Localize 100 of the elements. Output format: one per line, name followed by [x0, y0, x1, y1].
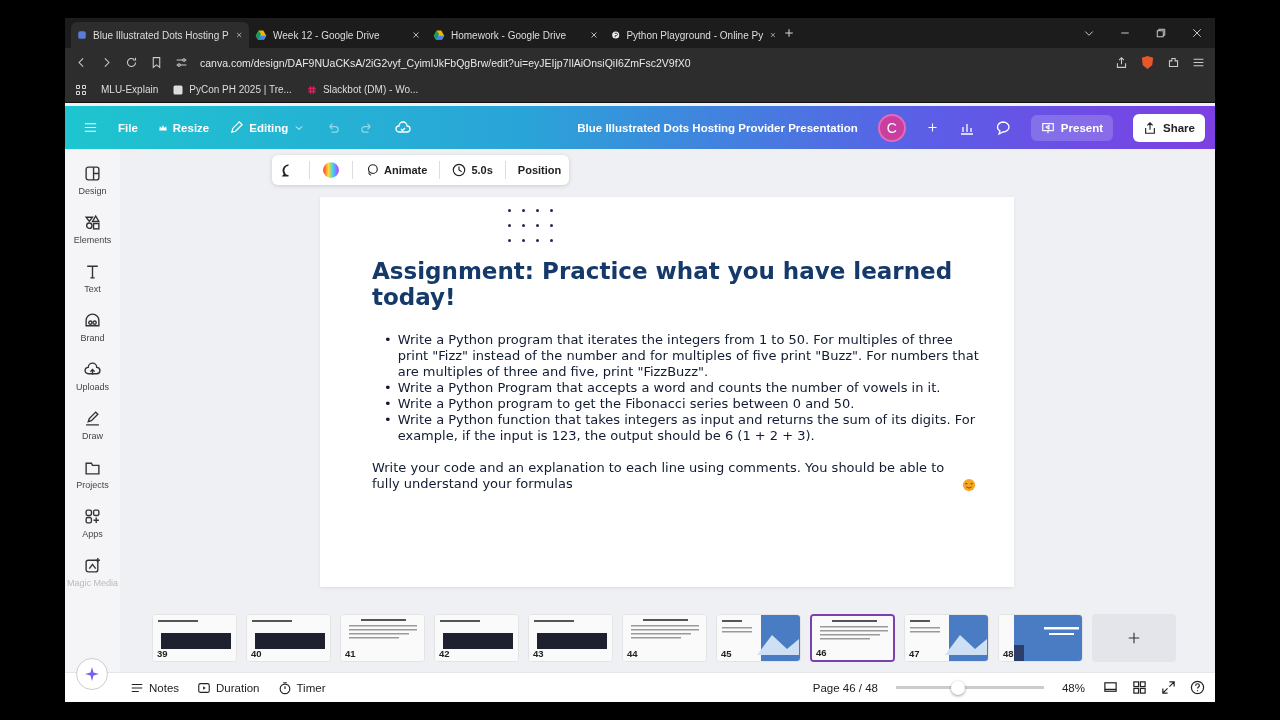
close-icon[interactable]	[1191, 27, 1203, 39]
apps-grid-icon[interactable]	[75, 83, 87, 96]
design-icon	[84, 165, 101, 182]
slide-thumbnail[interactable]: 40	[246, 614, 331, 662]
duration-button[interactable]: 5.0s	[452, 163, 493, 177]
sidebar-item[interactable]: Draw	[82, 410, 103, 441]
dot-pattern	[508, 209, 554, 242]
duration-button[interactable]: Duration	[197, 680, 260, 695]
user-avatar[interactable]: C	[877, 113, 906, 142]
grid-view-icon[interactable]	[1132, 680, 1147, 695]
slide-title: Assignment: Practice what you have learned today!	[372, 258, 954, 310]
restore-icon[interactable]	[1155, 27, 1167, 39]
cloud-check-icon[interactable]	[395, 119, 412, 136]
fullscreen-icon[interactable]	[1161, 680, 1176, 695]
animate-button[interactable]: Animate	[365, 163, 428, 177]
uploads-icon	[84, 361, 101, 378]
document-title[interactable]: Blue Illustrated Dots Hosting Provider Presentation	[577, 121, 858, 134]
slide-thumbnail[interactable]: 41	[340, 614, 425, 662]
browser-tab[interactable]: Homework - Google Drive	[427, 22, 605, 48]
tab-favicon-icon	[255, 29, 267, 41]
bookmark[interactable]: MLU-Explain	[101, 84, 159, 95]
clock-icon	[452, 163, 467, 177]
sidebar-item[interactable]: Projects	[76, 459, 109, 490]
apps-icon	[84, 508, 101, 525]
slide-number: 41	[345, 648, 356, 659]
sidebar-item[interactable]: Apps	[82, 508, 103, 539]
bullet-text: Write a Python Program that accepts a word and counts the number of vowels in it.	[397, 380, 941, 396]
sidebar-item[interactable]: Design	[78, 165, 107, 196]
elements-icon	[84, 214, 101, 231]
page-indicator: Page 46 / 48	[812, 681, 878, 694]
presentation-icon	[1040, 120, 1055, 135]
slide-thumbnail[interactable]: 48	[998, 614, 1083, 662]
slide-text: Write your code and an explanation to each line using comments. You should be able to fully understand your formulas	[372, 460, 946, 492]
bullet-text: Write a Python function that takes integers as input and returns the sum of its digits. For example, if the input is 123, the output should be 6 (1 + 2 + 3).	[397, 412, 977, 444]
bullet-text: Write a Python program to get the Fibonacci series between 0 and 50.	[397, 396, 855, 412]
slide-thumbnail[interactable]: 46	[810, 614, 895, 662]
smiling-emoji-icon	[962, 478, 976, 492]
slide-number: 40	[251, 648, 262, 659]
animate-icon	[365, 163, 379, 177]
sidebar-item[interactable]: Elements	[73, 214, 112, 245]
desktop-view-icon[interactable]	[1103, 680, 1118, 695]
slide-number: 44	[627, 648, 638, 659]
menu-icon[interactable]	[1192, 56, 1205, 69]
site-settings-icon[interactable]	[175, 56, 188, 69]
browser-tab[interactable]: Python Playground - Online Py	[605, 22, 783, 48]
present-button[interactable]: Present	[1030, 114, 1114, 141]
plus-icon	[1127, 631, 1141, 645]
timer-button[interactable]: Timer	[277, 680, 326, 695]
close-icon[interactable]	[589, 30, 599, 40]
slider-thumb[interactable]	[950, 680, 965, 695]
close-icon[interactable]	[769, 30, 777, 40]
slide-number: 47	[909, 648, 920, 659]
browser-tab[interactable]: Blue Illustrated Dots Hosting P	[71, 22, 249, 48]
extensions-icon[interactable]	[1167, 56, 1180, 69]
bullet-mark: •	[384, 412, 392, 429]
close-icon[interactable]	[234, 30, 243, 40]
brand-icon	[84, 312, 101, 329]
bookmark-favicon-icon	[305, 83, 318, 96]
slide-thumbnail[interactable]: 47	[904, 614, 989, 662]
comment-icon[interactable]	[994, 119, 1011, 136]
bookmark[interactable]: PyCon PH 2025 | Tre...	[172, 83, 292, 96]
slide-number: 46	[816, 647, 827, 658]
tab-favicon-icon	[611, 29, 621, 41]
magic-icon	[84, 557, 101, 574]
sidebar-item[interactable]: Uploads	[76, 361, 109, 392]
pencil-icon	[229, 120, 245, 135]
plus-icon[interactable]	[925, 121, 939, 134]
draw-icon	[84, 410, 101, 427]
bookmark-icon[interactable]	[150, 56, 163, 69]
tab-favicon-icon	[433, 29, 445, 41]
browser-tab[interactable]: Week 12 - Google Drive	[249, 22, 427, 48]
slide-thumbnail[interactable]: 39	[152, 614, 237, 662]
slide-thumbnail[interactable]: 42	[434, 614, 519, 662]
bookmark[interactable]: Slackbot (DM) - Wo...	[305, 83, 419, 96]
bullet-text: Write a Python program that iterates the integers from 1 to 50. For multiples of three print "Fizz" instead of the number and for multiples of five print "Buzz". For numbers that are multiples of three and five, print "FizzBuzz".	[397, 332, 980, 380]
share-icon[interactable]	[1115, 56, 1128, 69]
color-wheel-icon[interactable]	[322, 161, 340, 179]
new-tab-icon[interactable]	[783, 27, 795, 39]
zoom-percentage[interactable]: 48%	[1061, 681, 1085, 694]
slide-thumbnail[interactable]: 43	[528, 614, 613, 662]
bullet-mark: •	[384, 332, 392, 349]
upload-icon	[1143, 120, 1158, 135]
duration-icon	[197, 680, 212, 695]
sidebar-item[interactable]: Text	[84, 263, 101, 294]
shield-icon[interactable]	[1140, 55, 1155, 70]
slide-number: 39	[157, 648, 168, 659]
slide-thumbnail[interactable]: 45	[716, 614, 801, 662]
sidebar-item[interactable]: Brand	[80, 312, 105, 343]
notes-button[interactable]: Notes	[130, 680, 180, 695]
slide-thumbnail[interactable]: 44	[622, 614, 707, 662]
bookmark-favicon-icon	[172, 83, 185, 96]
timer-icon	[277, 680, 292, 695]
position-button[interactable]: Position	[517, 164, 562, 176]
tab-favicon-icon	[77, 29, 87, 41]
share-button[interactable]: Share	[1133, 113, 1205, 142]
slide-number: 43	[533, 648, 544, 659]
close-icon[interactable]	[411, 30, 421, 40]
help-icon[interactable]	[1190, 680, 1205, 695]
text-icon	[84, 263, 101, 280]
reload-icon[interactable]	[125, 56, 138, 69]
